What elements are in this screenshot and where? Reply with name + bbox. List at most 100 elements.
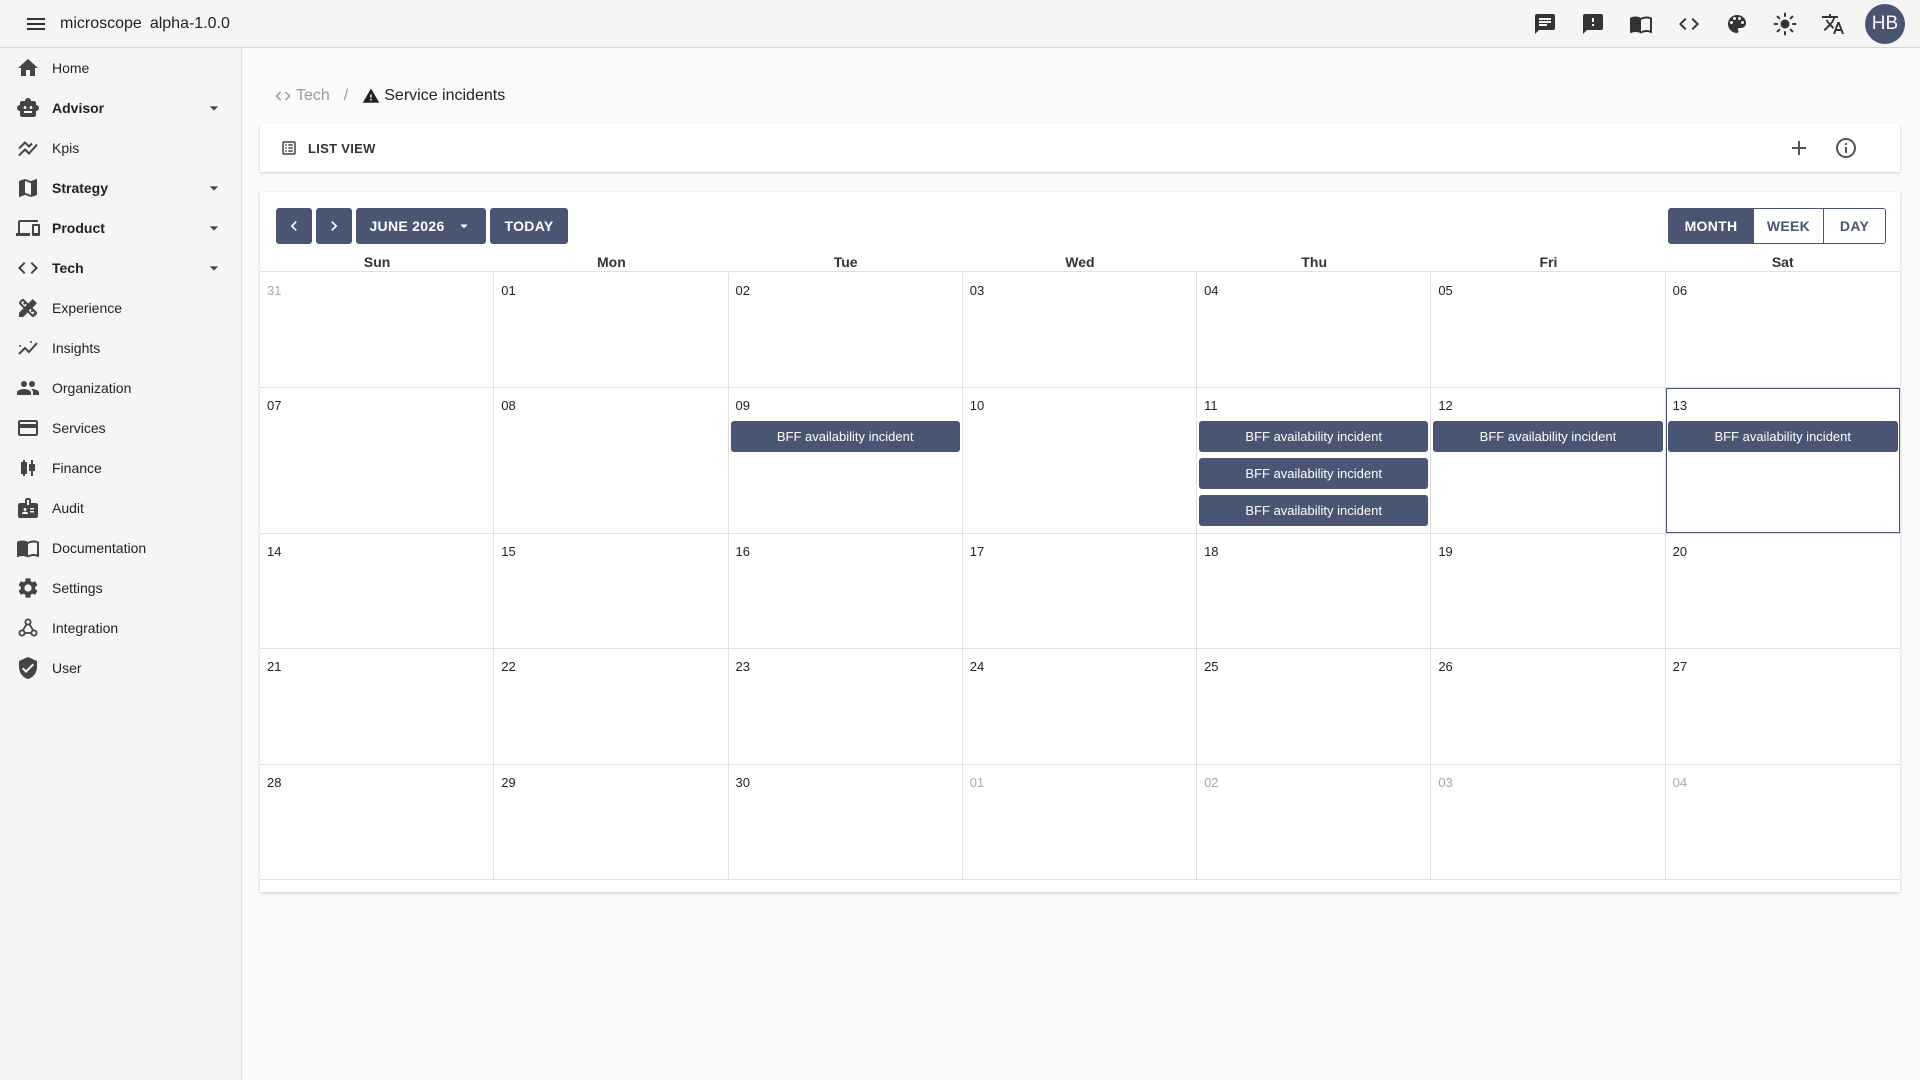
view-week-button[interactable]: WEEK <box>1753 209 1823 243</box>
calendar-day-cell[interactable]: 14 <box>260 534 495 648</box>
chevron-down-icon[interactable] <box>204 98 224 118</box>
sidebar-item-kpis[interactable]: Kpis <box>0 128 241 168</box>
calendar-day-cell[interactable]: 20 <box>1666 534 1900 648</box>
sidebar-item-advisor[interactable]: Advisor <box>0 88 241 128</box>
calendar-day-cell[interactable]: 25 <box>1197 649 1432 764</box>
calendar-day-cell[interactable]: 17 <box>963 534 1198 648</box>
info-icon[interactable] <box>1834 136 1858 160</box>
sidebar-item-services[interactable]: Services <box>0 408 241 448</box>
calendar-day-cell[interactable]: 01 <box>494 273 729 387</box>
day-number: 29 <box>501 775 516 790</box>
calendar-day-cell[interactable]: 12 BFF availability incident <box>1431 388 1666 533</box>
calendar-event[interactable]: BFF availability incident <box>730 421 960 452</box>
calendar-day-cell[interactable]: 03 <box>1431 765 1666 879</box>
feedback-button[interactable] <box>1569 0 1617 48</box>
weekday-header: Sun Mon Tue Wed Thu Fri Sat <box>260 254 1900 272</box>
calendar-day-cell[interactable]: 05 <box>1431 273 1666 387</box>
breadcrumb-tech-link[interactable]: Tech <box>274 87 330 105</box>
sidebar-item-tech[interactable]: Tech <box>0 248 241 288</box>
sidebar-item-settings[interactable]: Settings <box>0 568 241 608</box>
sidebar-item-integration[interactable]: Integration <box>0 608 241 648</box>
calendar-day-cell[interactable]: 28 <box>260 765 495 879</box>
badge-icon <box>18 498 38 518</box>
view-month-button[interactable]: MONTH <box>1669 209 1753 243</box>
view-day-button[interactable]: DAY <box>1823 209 1885 243</box>
sidebar-item-finance[interactable]: Finance <box>0 448 241 488</box>
day-number: 27 <box>1672 659 1688 674</box>
calendar-day-cell[interactable]: 01 <box>963 765 1198 879</box>
calendar-day-cell[interactable]: 06 <box>1666 273 1900 387</box>
calendar-day-cell[interactable]: 04 <box>1666 765 1900 879</box>
calendar-day-cell[interactable]: 07 <box>260 388 495 533</box>
calendar-day-cell[interactable]: 27 <box>1666 649 1900 764</box>
sidebar-item-organization[interactable]: Organization <box>0 368 241 408</box>
calendar-day-cell[interactable]: 03 <box>963 273 1198 387</box>
calendar-day-cell[interactable]: 21 <box>260 649 495 764</box>
sidebar-item-strategy[interactable]: Strategy <box>0 168 241 208</box>
code-button[interactable] <box>1665 0 1713 48</box>
list-view-button[interactable]: LIST VIEW <box>270 132 386 164</box>
sidebar-item-experience[interactable]: Experience <box>0 288 241 328</box>
calendar-day-cell[interactable]: 26 <box>1431 649 1666 764</box>
language-button[interactable] <box>1809 0 1857 48</box>
chevron-down-icon[interactable] <box>204 218 224 238</box>
calendar-day-cell[interactable]: 22 <box>494 649 729 764</box>
today-button[interactable]: TODAY <box>490 208 568 244</box>
weekday-label: Fri <box>1539 254 1558 270</box>
calendar-day-cell[interactable]: 29 <box>494 765 729 879</box>
calendar-event[interactable]: BFF availability incident <box>1667 421 1898 452</box>
theme-palette-button[interactable] <box>1713 0 1761 48</box>
day-number: 24 <box>969 659 985 674</box>
calendar-day-cell[interactable]: 02 <box>1197 765 1432 879</box>
sidebar-item-insights[interactable]: Insights <box>0 328 241 368</box>
list-icon <box>282 141 296 155</box>
calendar-day-cell[interactable]: 09 BFF availability incident <box>729 388 963 533</box>
sidebar-item-product[interactable]: Product <box>0 208 241 248</box>
calendar-day-cell[interactable]: 02 <box>729 273 963 387</box>
next-month-button[interactable] <box>316 208 352 244</box>
chat-button[interactable] <box>1521 0 1569 48</box>
calendar-day-cell-today[interactable]: 13 BFF availability incident <box>1665 388 1900 533</box>
chevron-down-icon[interactable] <box>204 258 224 278</box>
prev-month-button[interactable] <box>276 208 312 244</box>
app-title: microscope <box>60 14 142 32</box>
sidebar-item-documentation[interactable]: Documentation <box>0 528 241 568</box>
sidebar-item-label: Integration <box>52 620 119 636</box>
weekday-label: Tue <box>833 254 858 270</box>
brightness-button[interactable] <box>1761 0 1809 48</box>
calendar-day-cell[interactable]: 24 <box>963 649 1198 764</box>
sidebar-item-home[interactable]: Home <box>0 48 241 88</box>
day-number: 14 <box>267 544 282 559</box>
weekday-label: Thu <box>1301 254 1328 270</box>
calendar-day-cell[interactable]: 19 <box>1431 534 1666 648</box>
add-icon[interactable] <box>1787 136 1811 160</box>
avatar[interactable]: HB <box>1865 4 1905 44</box>
calendar-event[interactable]: BFF availability incident <box>1199 458 1429 489</box>
calendar-day-cell[interactable]: 04 <box>1197 273 1432 387</box>
docs-button[interactable] <box>1617 0 1665 48</box>
calendar-day-cell[interactable]: 11 BFF availability incident BFF availabil… <box>1197 388 1432 533</box>
calendar-day-cell[interactable]: 30 <box>729 765 963 879</box>
brightness-icon <box>1773 12 1797 36</box>
menu-icon[interactable] <box>24 12 48 36</box>
month-picker-button[interactable]: JUNE 2026 <box>356 208 486 244</box>
calendar-day-cell[interactable]: 16 <box>729 534 963 648</box>
app-bar: microscope alpha-1.0.0 HB <box>0 0 1920 48</box>
sidebar-item-user[interactable]: User <box>0 648 241 688</box>
calendar-day-cell[interactable]: 31 <box>260 273 495 387</box>
sidebar-item-audit[interactable]: Audit <box>0 488 241 528</box>
calendar-event[interactable]: BFF availability incident <box>1199 421 1429 452</box>
calendar-day-cell[interactable]: 15 <box>494 534 729 648</box>
calendar-day-cell[interactable]: 10 <box>963 388 1198 533</box>
day-number: 01 <box>969 775 985 790</box>
calendar-event[interactable]: BFF availability incident <box>1199 495 1429 526</box>
shield-icon <box>19 657 37 679</box>
calendar-day-cell[interactable]: 18 <box>1197 534 1432 648</box>
calendar-day-cell[interactable]: 23 <box>729 649 963 764</box>
chevron-down-icon[interactable] <box>204 178 224 198</box>
translate-icon <box>1822 14 1844 34</box>
calendar-day-cell[interactable]: 08 <box>494 388 729 533</box>
calendar-event[interactable]: BFF availability incident <box>1433 421 1663 452</box>
people-icon <box>17 381 39 395</box>
caret-down-icon <box>459 224 468 229</box>
